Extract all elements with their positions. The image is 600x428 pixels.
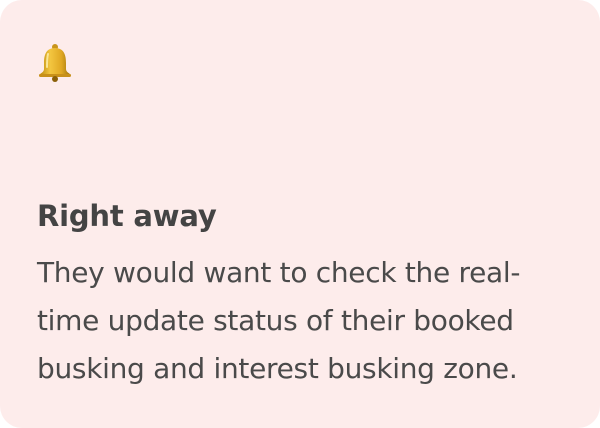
- bell-icon: [39, 44, 71, 82]
- info-card: Right away They would want to check the …: [0, 0, 600, 428]
- card-description: They would want to check the real-time u…: [37, 256, 521, 385]
- card-title: Right away: [37, 199, 217, 233]
